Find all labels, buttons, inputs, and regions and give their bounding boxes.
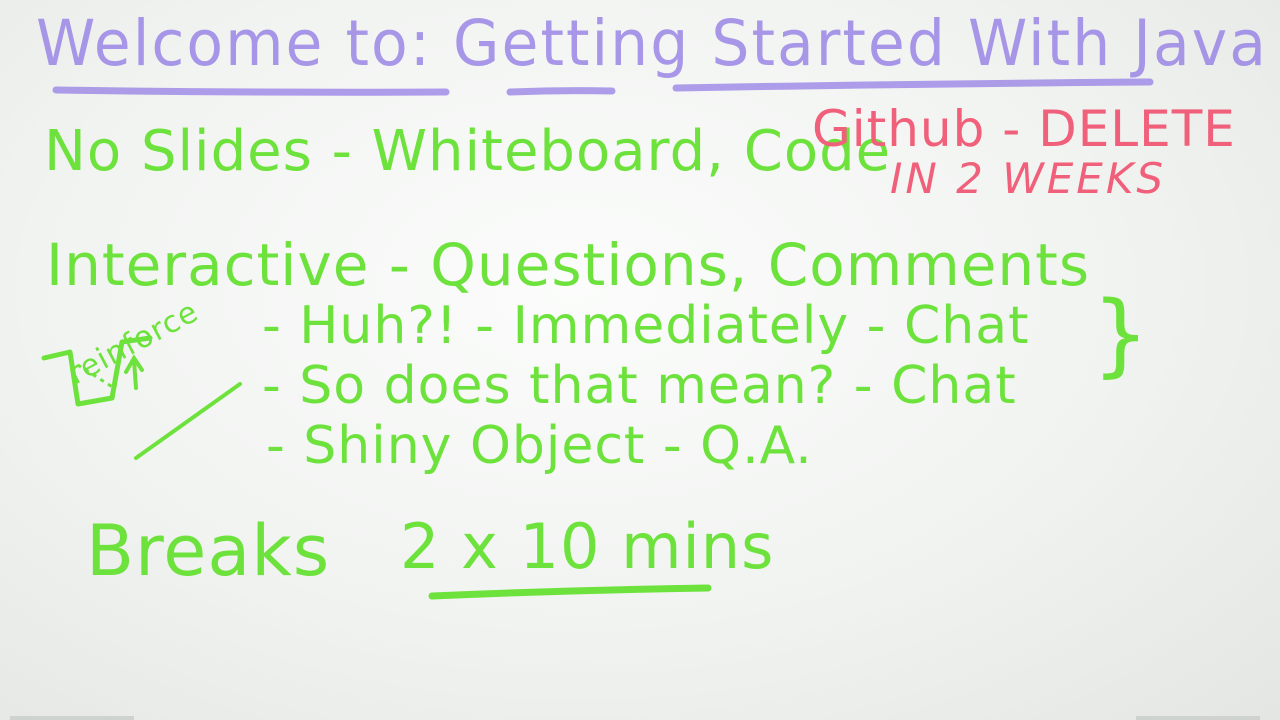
title-underline [52,86,450,96]
list-item: - So does that mean? - Chat [262,356,1017,416]
title-underline [672,78,1154,92]
breaks-value: 2 x 10 mins [400,510,775,583]
github-note-line-1: Github - DELETE [812,100,1236,158]
interactive-line: Interactive - Questions, Comments [46,231,1091,299]
whiteboard: Welcome to: Getting Started With Java No… [0,0,1280,720]
github-note-line-2: IN 2 WEEKS [890,154,1167,203]
breaks-label: Breaks [86,510,331,592]
reinforce-underline [134,382,242,460]
board-frame-edge [1136,716,1260,720]
list-item: - Huh?! - Immediately - Chat [262,296,1030,356]
brace-mark: } [1092,282,1150,387]
title-underline [506,87,616,96]
breaks-underline [428,584,712,600]
board-frame-edge [10,716,134,720]
reinforce-note: reinforce [62,294,205,392]
list-item: - Shiny Object - Q.A. [266,416,813,476]
whiteboard-title: Welcome to: Getting Started With Java [36,7,1269,81]
no-slides-line: No Slides - Whiteboard, Code [44,119,892,184]
